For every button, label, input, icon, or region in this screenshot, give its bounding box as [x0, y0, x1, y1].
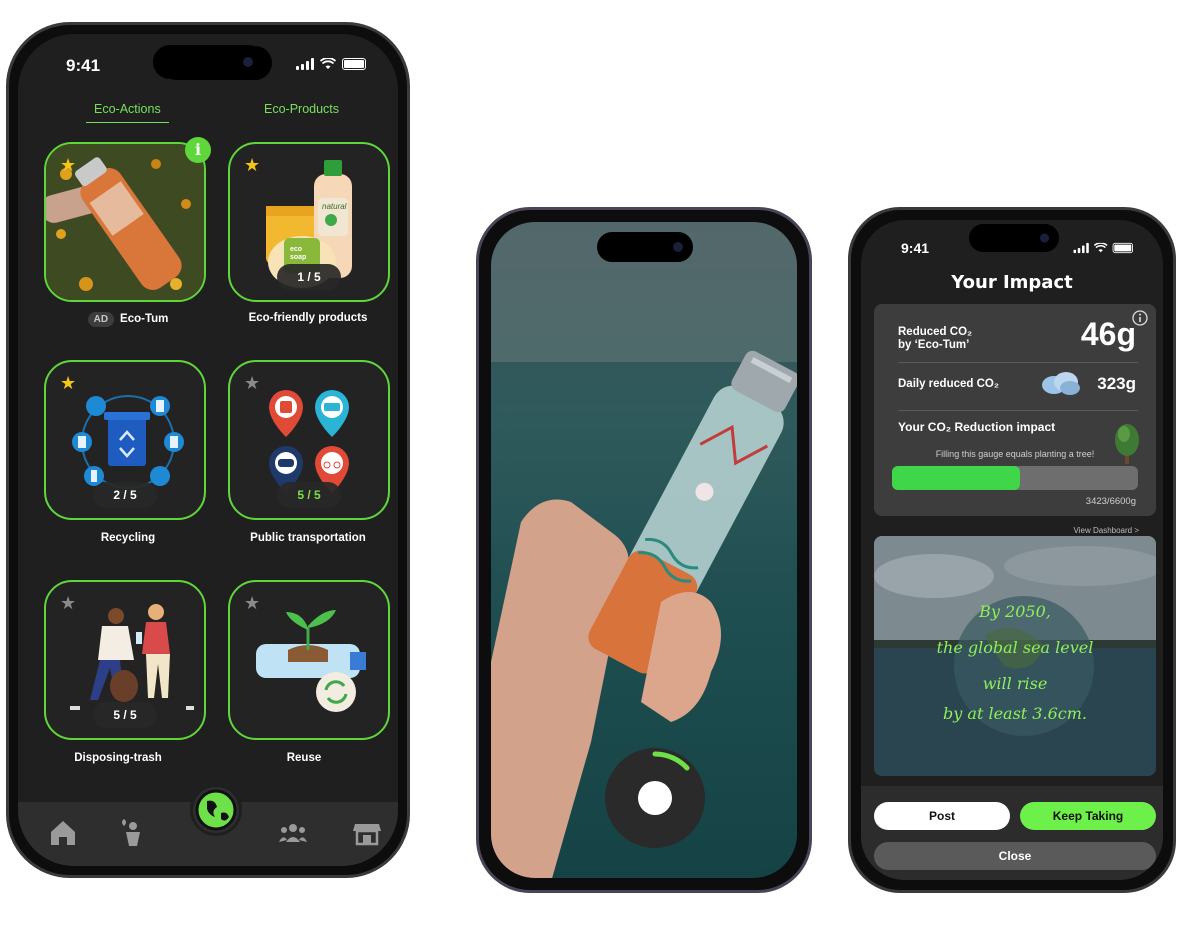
bottle-label-text: natural [322, 202, 347, 211]
dynamic-island [597, 232, 693, 262]
person-leaf-icon[interactable] [118, 818, 148, 848]
page-title: Your Impact [951, 272, 1073, 293]
divider [898, 362, 1138, 363]
card-label-reuse: Reuse [286, 752, 322, 764]
tab-eco-products[interactable]: Eco-Products [256, 102, 347, 122]
divider [898, 410, 1138, 411]
star-icon: ★ [60, 155, 77, 175]
card-reuse[interactable]: ★ [228, 580, 390, 740]
home-earth-button[interactable] [190, 784, 242, 836]
shutter-button[interactable] [605, 748, 705, 848]
battery-icon [1112, 242, 1133, 254]
star-icon: ★ [244, 155, 261, 175]
view-dashboard-link[interactable]: View Dashboard > [1074, 526, 1139, 535]
daily-reduced-value: 323g [1097, 374, 1136, 393]
ad-badge: AD [87, 312, 115, 327]
store-icon[interactable] [352, 818, 382, 848]
soap-label-text: eco soap [290, 246, 307, 261]
gauge-value: 3423/6600g [1085, 496, 1136, 507]
dynamic-island [969, 224, 1059, 252]
card-eco-tum[interactable]: ★ [44, 142, 206, 302]
status-time: 9:41 [901, 240, 930, 256]
keep-taking-button[interactable]: Keep Taking [1020, 802, 1156, 830]
progress-pill: 2 / 5 [93, 482, 157, 508]
card-recycling[interactable]: ★ 2 / 5 [44, 360, 206, 520]
card-eco-friendly-products[interactable]: ★ natural eco soap 1 / 5 [228, 142, 390, 302]
impact-screen: 9:41 Your Impact Reduced CO₂ by ‘Eco-Tum… [861, 220, 1163, 880]
phone-camera [476, 207, 812, 893]
sea-level-text-line1: By 2050, [979, 602, 1051, 621]
home-icon[interactable] [48, 818, 78, 848]
bottom-nav [18, 784, 398, 866]
sea-level-card: By 2050, the global sea level will rise … [874, 536, 1156, 776]
progress-pill: 5 / 5 [277, 482, 341, 508]
sea-level-text-line2: the global sea level [936, 638, 1094, 657]
info-icon[interactable]: i [185, 137, 211, 163]
progress-pill: 5 / 5 [93, 702, 157, 728]
tab-bar: Eco-Actions Eco-Products [18, 102, 398, 132]
community-icon[interactable] [278, 818, 308, 848]
tab-eco-actions[interactable]: Eco-Actions [86, 102, 169, 123]
signal-icon [296, 58, 314, 70]
impact-summary-card: Reduced CO₂ by ‘Eco-Tum’ 46g Daily reduc… [874, 304, 1156, 516]
close-button[interactable]: Close [874, 842, 1156, 870]
card-disposing-trash[interactable]: ★ 5 / 5 [44, 580, 206, 740]
shutter-core [638, 781, 672, 815]
earth-icon [195, 789, 237, 831]
card-label-public-transportation: Public transportation [250, 532, 366, 544]
action-bar: Post Keep Taking Close [861, 786, 1163, 880]
dynamic-island [153, 45, 265, 79]
tree-icon [1115, 424, 1139, 464]
sea-level-text-line4: by at least 3.6cm. [943, 704, 1087, 723]
co2-gauge-fill [892, 466, 1020, 490]
reduction-impact-label: Your CO₂ Reduction impact [898, 420, 1056, 434]
card-label-eco-tum: AD Eco-Tum [38, 312, 218, 327]
card-label-eco-friendly-products: Eco-friendly products [248, 312, 368, 324]
status-icons [296, 58, 366, 70]
card-title: Eco-Tum [120, 313, 169, 325]
signal-icon [1073, 242, 1089, 254]
card-public-transportation[interactable]: ★ 5 / 5 [228, 360, 390, 520]
status-time: 9:41 [66, 56, 101, 75]
star-icon: ★ [60, 593, 77, 613]
star-icon: ★ [60, 373, 77, 393]
wifi-icon [320, 58, 336, 69]
info-icon[interactable] [1132, 310, 1148, 326]
card-label-recycling: Recycling [100, 532, 156, 544]
card-label-disposing-trash: Disposing-trash [74, 752, 162, 764]
co2-gauge [892, 466, 1138, 490]
battery-icon [342, 58, 366, 70]
star-icon: ★ [244, 373, 261, 393]
sea-level-text-line3: will rise [982, 674, 1048, 693]
camera-viewfinder [491, 222, 797, 878]
progress-pill: 1 / 5 [277, 264, 341, 290]
post-button[interactable]: Post [874, 802, 1010, 830]
status-icons [1073, 242, 1133, 254]
cloud-icon [1042, 372, 1080, 395]
phone-your-impact: 9:41 Your Impact Reduced CO₂ by ‘Eco-Tum… [848, 207, 1176, 893]
reduced-co2-value: 46g [1080, 316, 1136, 352]
wifi-icon [1093, 242, 1108, 253]
phone-eco-actions: 9:41 Eco-Actions Eco-Products ★ i AD Eco… [6, 22, 410, 878]
eco-actions-screen: 9:41 Eco-Actions Eco-Products ★ i AD Eco… [18, 34, 398, 866]
star-icon: ★ [244, 593, 261, 613]
